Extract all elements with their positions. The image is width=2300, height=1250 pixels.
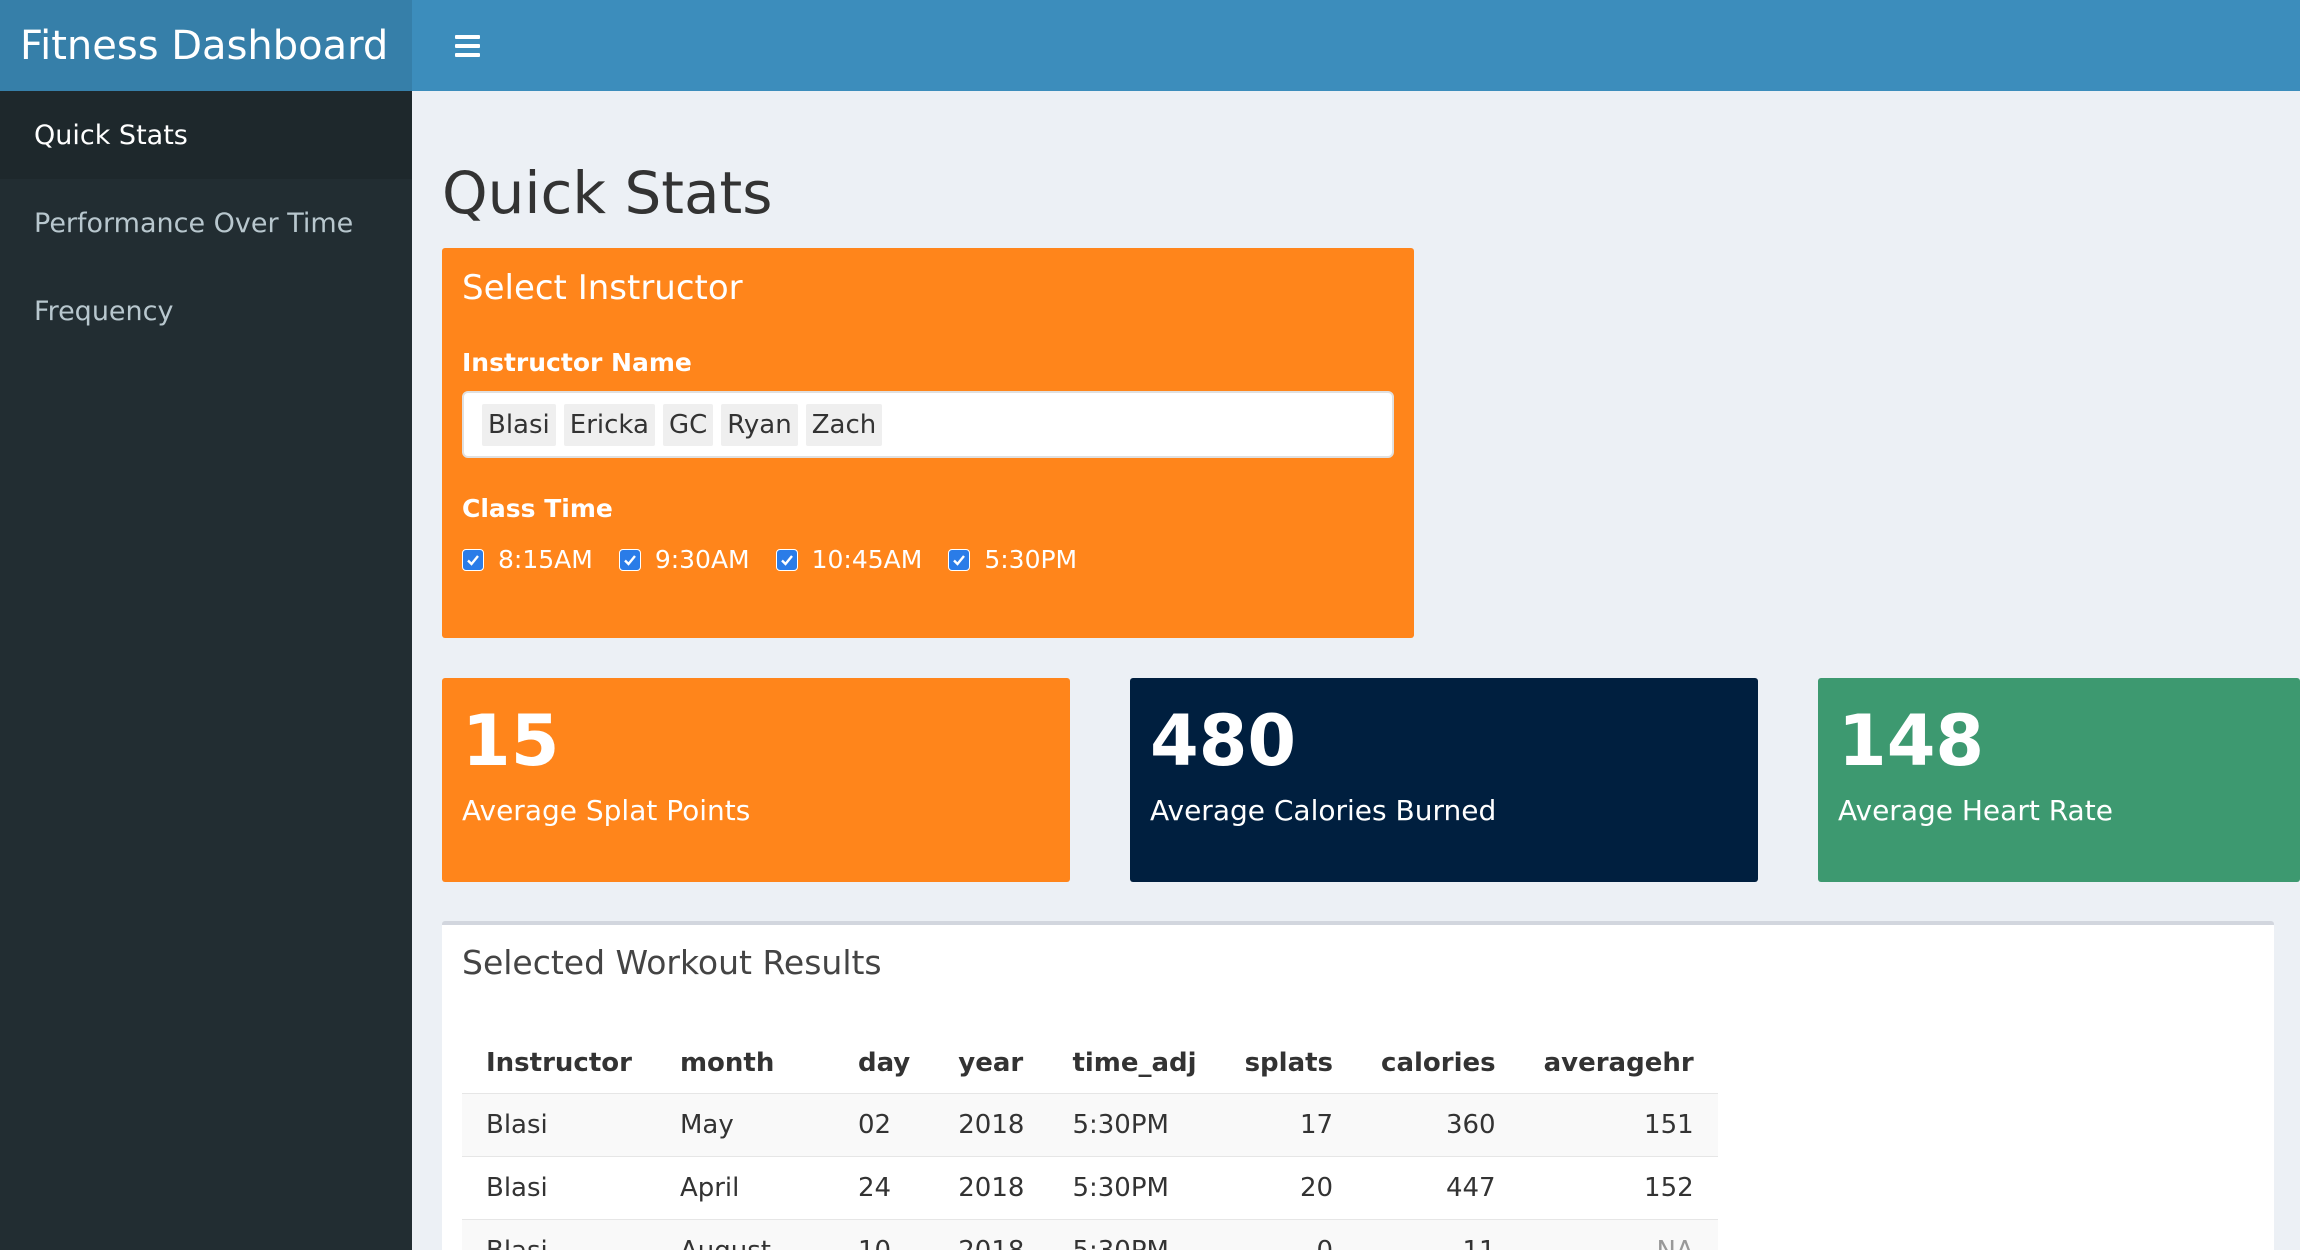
value-box-calories: 480 Average Calories Burned [1130,678,1758,882]
instructor-chip[interactable]: Blasi [482,403,556,446]
table-cell: 2018 [934,1219,1049,1250]
table-row[interactable]: Blasi August 10 2018 5:30PM 0 11 NA [462,1219,1718,1250]
column-header[interactable]: time_adj [1048,1033,1221,1094]
instructor-chip[interactable]: GC [662,403,714,446]
table-cell: 5:30PM [1048,1093,1221,1157]
results-title: Selected Workout Results [462,943,882,982]
column-header[interactable]: day [833,1033,935,1094]
column-header[interactable]: averagehr [1519,1033,1718,1094]
instructor-select-input[interactable]: Blasi Ericka GC Ryan Zach [462,391,1394,458]
value-box-label: Average Calories Burned [1150,794,1497,827]
checkbox-checked-icon[interactable] [948,548,971,571]
checkbox-checked-icon[interactable] [618,548,641,571]
value-box-label: Average Splat Points [462,794,751,827]
select-instructor-box: Select Instructor Instructor Name Blasi … [442,248,1414,638]
class-time-option[interactable]: 9:30AM [618,545,750,574]
table-cell: 17 [1220,1093,1358,1157]
table-cell: 20 [1220,1156,1358,1220]
column-header[interactable]: splats [1220,1033,1358,1094]
table-cell: May [655,1093,834,1157]
workout-results-table: Instructor month day year time_adj splat… [462,1033,1718,1250]
table-cell: 02 [833,1093,935,1157]
class-time-option-label: 10:45AM [811,545,923,574]
table-cell: 10 [833,1219,935,1250]
sidebar: Quick Stats Performance Over Time Freque… [0,91,412,1250]
table-cell: August [655,1219,834,1250]
table-cell: 24 [833,1156,935,1220]
class-time-option-label: 9:30AM [654,545,750,574]
table-row[interactable]: Blasi May 02 2018 5:30PM 17 360 151 [462,1093,1718,1157]
box-title: Select Instructor [462,268,743,308]
sidebar-item-quick-stats[interactable]: Quick Stats [0,91,412,179]
value-box-number: 15 [462,700,560,782]
class-time-label: Class Time [462,494,613,523]
table-cell: Blasi [462,1156,656,1220]
table-cell: 152 [1519,1156,1718,1220]
instructor-name-label: Instructor Name [462,348,692,377]
header: Fitness Dashboard [0,0,2300,91]
table-header-row: Instructor month day year time_adj splat… [462,1033,1718,1094]
checkbox-checked-icon[interactable] [462,548,484,571]
class-time-option-label: 8:15AM [498,545,593,574]
table-cell: April [655,1156,834,1220]
class-time-option[interactable]: 10:45AM [775,545,923,574]
main-content: Quick Stats Select Instructor Instructor… [412,91,2300,1250]
sidebar-item-label: Frequency [34,295,174,327]
value-box-label: Average Heart Rate [1838,794,2113,827]
table-cell: 2018 [934,1093,1049,1157]
table-cell: 360 [1357,1093,1520,1157]
sidebar-item-performance-over-time[interactable]: Performance Over Time [0,179,412,267]
table-cell: 5:30PM [1048,1219,1221,1250]
table-cell: 151 [1519,1093,1718,1157]
value-box-splat-points: 15 Average Splat Points [442,678,1070,882]
table-cell: 0 [1220,1219,1358,1250]
top-navbar [412,0,2300,91]
value-box-number: 148 [1838,700,1985,782]
instructor-chip[interactable]: Zach [805,403,883,446]
table-cell: Blasi [462,1093,656,1157]
table-cell: 447 [1357,1156,1520,1220]
table-cell: NA [1519,1219,1718,1250]
app-title[interactable]: Fitness Dashboard [0,0,412,91]
sidebar-item-frequency[interactable]: Frequency [0,267,412,355]
value-box-number: 480 [1150,700,1297,782]
page-title: Quick Stats [442,159,773,227]
value-box-heart-rate: 148 Average Heart Rate [1818,678,2300,882]
sidebar-toggle-icon[interactable] [440,19,494,73]
instructor-chip[interactable]: Ryan [721,403,798,446]
workout-results-box: Selected Workout Results Instructor mont… [442,921,2274,1250]
instructor-chip[interactable]: Ericka [563,403,655,446]
table-row[interactable]: Blasi April 24 2018 5:30PM 20 447 152 [462,1156,1718,1220]
class-time-option[interactable]: 8:15AM [462,545,593,574]
class-time-option-label: 5:30PM [984,545,1078,574]
table-cell: 5:30PM [1048,1156,1221,1220]
column-header[interactable]: calories [1357,1033,1520,1094]
column-header[interactable]: month [655,1033,834,1094]
checkbox-checked-icon[interactable] [775,548,798,571]
column-header[interactable]: year [934,1033,1049,1094]
sidebar-item-label: Performance Over Time [34,207,354,239]
class-time-option[interactable]: 5:30PM [948,545,1077,574]
table-cell: Blasi [462,1219,656,1250]
sidebar-item-label: Quick Stats [34,119,188,151]
table-cell: 2018 [934,1156,1049,1220]
class-time-checkbox-group: 8:15AM 9:30AM 10:45AM 5:30PM [462,545,1394,574]
table-cell: 11 [1357,1219,1520,1250]
column-header[interactable]: Instructor [462,1033,656,1094]
